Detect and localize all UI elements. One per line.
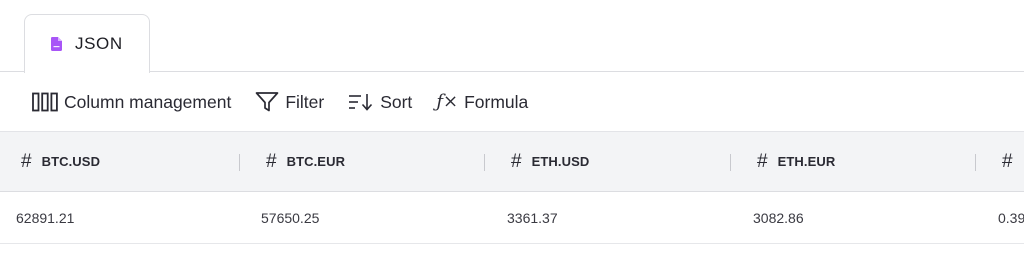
formula-button[interactable]: ƒ× Formula	[436, 92, 528, 113]
column-header-eth-eur[interactable]: # ETH.EUR	[757, 132, 835, 191]
column-resize-handle[interactable]	[484, 154, 485, 171]
column-title: BTC.USD	[41, 154, 101, 169]
sort-icon	[348, 93, 374, 111]
column-resize-handle[interactable]	[730, 154, 731, 171]
json-file-icon	[51, 37, 62, 51]
filter-label: Filter	[285, 91, 325, 112]
filter-button[interactable]: Filter	[255, 91, 324, 113]
number-type-icon: #	[21, 150, 32, 172]
table-cell[interactable]: 57650.25	[261, 192, 319, 243]
grid-header: # BTC.USD # BTC.EUR # ETH.USD # ETH.EUR …	[0, 131, 1024, 192]
column-header-btc-eur[interactable]: # BTC.EUR	[266, 132, 345, 191]
fx-icon: ƒ×	[436, 91, 459, 112]
sort-label: Sort	[380, 91, 413, 112]
number-type-icon: #	[757, 150, 768, 172]
tab-bar: JSON	[0, 0, 1024, 73]
tab-json[interactable]: JSON	[24, 14, 150, 73]
number-type-icon: #	[266, 150, 277, 172]
table-cell[interactable]: 62891.21	[16, 192, 74, 243]
table-cell[interactable]: 3082.86	[753, 192, 804, 243]
table-cell[interactable]: 0.39	[998, 192, 1024, 243]
toolbar: Column management Filter Sort ƒ× Formula	[0, 73, 1024, 131]
number-type-icon: #	[511, 150, 522, 172]
column-resize-handle[interactable]	[975, 154, 976, 171]
column-management-button[interactable]: Column management	[32, 92, 231, 113]
column-resize-handle[interactable]	[239, 154, 240, 171]
column-management-label: Column management	[64, 91, 232, 112]
column-title: ETH.USD	[531, 154, 590, 169]
filter-icon	[255, 91, 279, 113]
number-type-icon: #	[1002, 150, 1013, 172]
table-cell[interactable]: 3361.37	[507, 192, 558, 243]
column-header-next[interactable]: #	[1002, 132, 1023, 191]
column-title: BTC.EUR	[286, 154, 346, 169]
tab-label: JSON	[75, 34, 123, 53]
column-title: ETH.EUR	[777, 154, 836, 169]
sort-button[interactable]: Sort	[348, 92, 412, 113]
table-row[interactable]: 62891.21 57650.25 3361.37 3082.86 0.39	[0, 192, 1024, 244]
formula-label: Formula	[464, 91, 529, 112]
column-header-btc-usd[interactable]: # BTC.USD	[21, 132, 100, 191]
column-header-eth-usd[interactable]: # ETH.USD	[511, 132, 589, 191]
columns-icon	[32, 92, 58, 112]
